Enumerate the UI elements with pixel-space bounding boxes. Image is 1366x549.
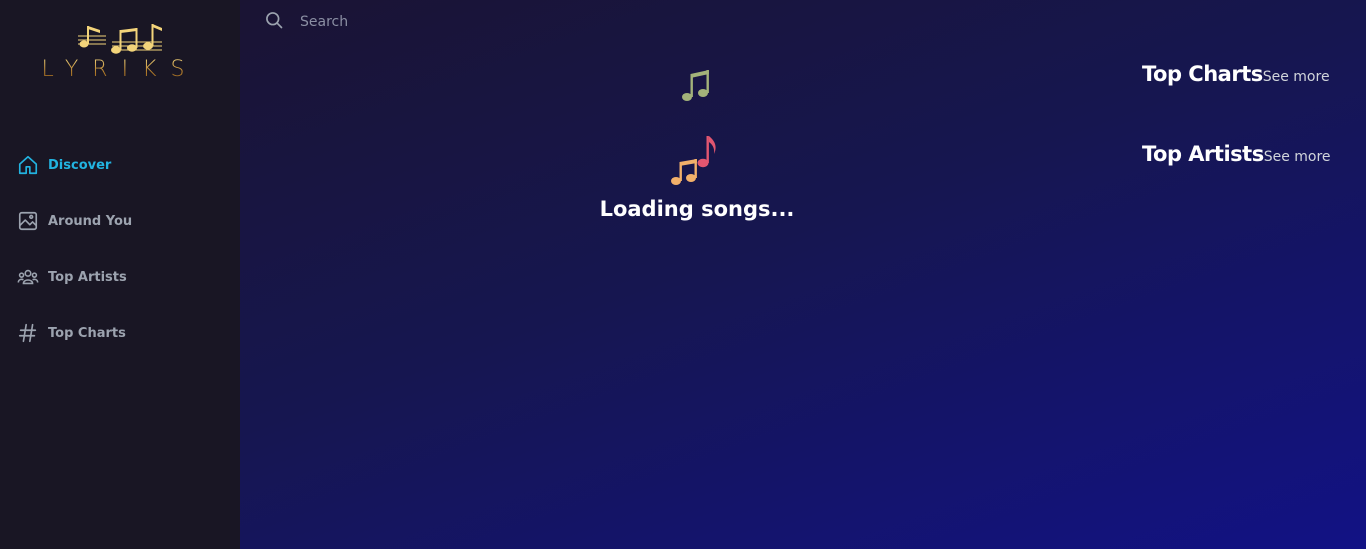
top-artists-header: Top Artists See more — [1142, 142, 1342, 166]
top-artists-title: Top Artists — [1142, 142, 1264, 166]
lyriks-logo[interactable]: LYRIKS — [14, 22, 226, 84]
sidebar-item-label: Around You — [48, 213, 133, 229]
sidebar-item-label: Top Charts — [48, 325, 126, 341]
sidebar-item-top-artists[interactable]: Top Artists — [16, 265, 127, 289]
sidebar-item-discover[interactable]: Discover — [16, 153, 111, 177]
sidebar-item-top-charts[interactable]: Top Charts — [16, 321, 126, 345]
sidebar-item-around-you[interactable]: Around You — [16, 209, 132, 233]
search-icon — [264, 10, 284, 34]
logo-text: LYRIKS — [14, 58, 226, 82]
hashtag-icon — [16, 321, 40, 345]
loading-text: Loading songs... — [599, 197, 795, 221]
top-artists-see-more-link[interactable]: See more — [1264, 149, 1331, 165]
users-icon — [16, 265, 40, 289]
sidebar-item-label: Discover — [48, 157, 112, 173]
top-charts-see-more-link[interactable]: See more — [1263, 69, 1330, 85]
search-input[interactable] — [300, 14, 600, 30]
logo-music-notes-icon — [78, 24, 162, 54]
search-bar[interactable] — [264, 10, 664, 34]
top-charts-header: Top Charts See more — [1142, 62, 1342, 86]
image-icon — [16, 209, 40, 233]
home-icon — [16, 153, 40, 177]
sidebar: LYRIKS Discover Around You Top Artists T… — [0, 0, 240, 549]
loader — [590, 60, 800, 194]
main-content: Loading songs... Top Charts See more Top… — [240, 0, 1366, 549]
sidebar-item-label: Top Artists — [48, 269, 127, 285]
music-notes-icon — [671, 70, 716, 185]
top-charts-title: Top Charts — [1142, 62, 1263, 86]
